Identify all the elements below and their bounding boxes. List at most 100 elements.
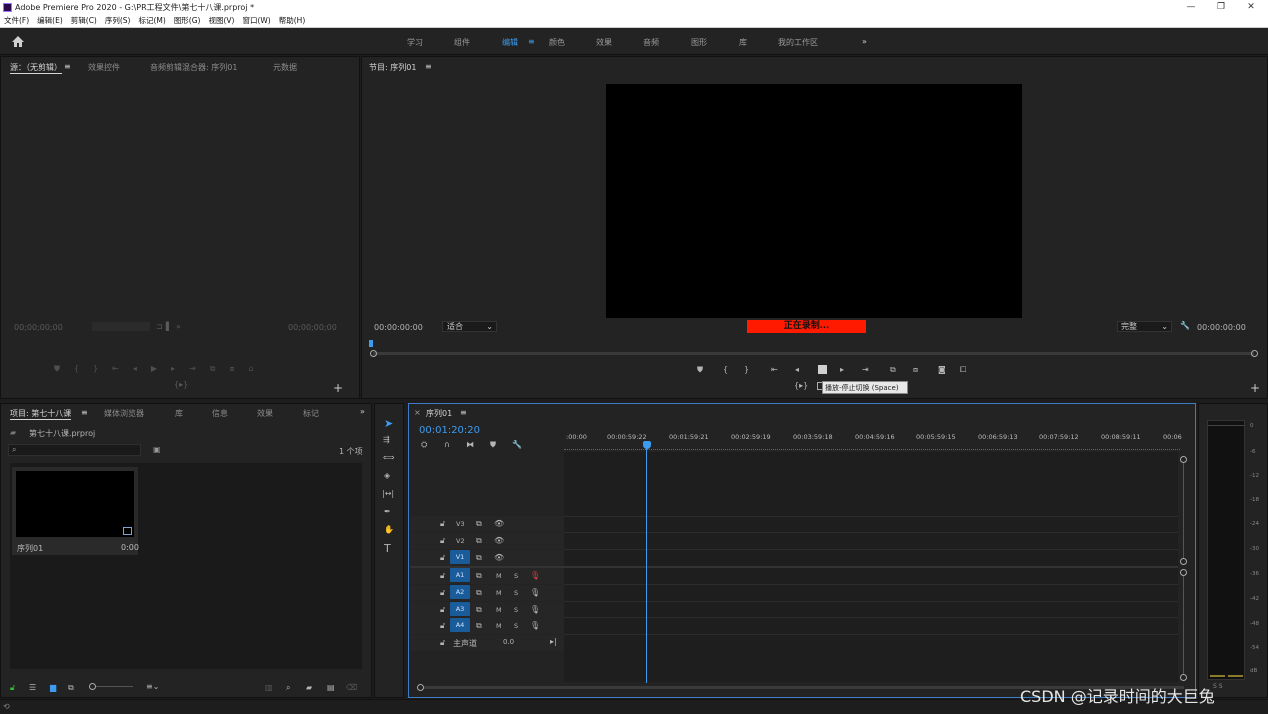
solo-button[interactable]: S bbox=[514, 622, 518, 630]
timeline-timecode[interactable]: 00:01:20:20 bbox=[419, 425, 480, 436]
quality-dropdown[interactable]: 完整 ⌄ bbox=[1117, 321, 1172, 332]
lock-track-icon[interactable]: 🔓︎ bbox=[440, 605, 445, 615]
workspace-learning[interactable]: 学习 bbox=[407, 37, 423, 48]
workspace-editing[interactable]: 编辑 bbox=[502, 37, 518, 48]
track-label[interactable]: A1 bbox=[450, 568, 470, 582]
track-label[interactable]: A4 bbox=[450, 618, 470, 632]
go-to-in-icon[interactable]: ⇤ bbox=[771, 365, 778, 374]
mark-in-icon[interactable]: { bbox=[723, 365, 728, 374]
sequence-clip-card[interactable]: 序列01 0:00 bbox=[12, 467, 139, 555]
tab-info[interactable]: 信息 bbox=[212, 408, 228, 419]
menu-help[interactable]: 帮助(H) bbox=[275, 15, 310, 26]
workspace-libraries[interactable]: 库 bbox=[739, 37, 747, 48]
source-timecode-left[interactable]: 00;00;00;00 bbox=[14, 323, 63, 332]
workspace-graphics[interactable]: 图形 bbox=[691, 37, 707, 48]
tab-audio-clip-mixer[interactable]: 音频剪辑混合器: 序列01 bbox=[150, 62, 237, 73]
program-title[interactable]: 节目: 序列01 bbox=[369, 62, 416, 73]
project-menu-icon[interactable]: ≡ bbox=[81, 408, 88, 417]
home-icon[interactable] bbox=[12, 36, 24, 47]
lock-track-icon[interactable]: 🔓︎ bbox=[440, 571, 445, 581]
mute-button[interactable]: M bbox=[496, 622, 502, 630]
zoom-slider[interactable] bbox=[96, 686, 133, 687]
workspace-color[interactable]: 颜色 bbox=[549, 37, 565, 48]
minimize-button[interactable]: — bbox=[1180, 0, 1202, 14]
sync-lock-icon[interactable]: ⧉ bbox=[476, 621, 482, 631]
playhead-handle[interactable] bbox=[643, 441, 651, 449]
workspace-assembly[interactable]: 组件 bbox=[454, 37, 470, 48]
slip-tool-icon[interactable]: |↔| bbox=[382, 489, 394, 498]
program-menu-icon[interactable]: ≡ bbox=[425, 62, 432, 71]
zoom-handle-right[interactable] bbox=[1251, 350, 1258, 357]
source-insert-icon[interactable]: {▸} bbox=[174, 380, 188, 389]
source-zoom-dropdown[interactable] bbox=[92, 322, 150, 331]
menu-clip[interactable]: 剪辑(C) bbox=[67, 15, 101, 26]
icon-view-icon[interactable]: ▆ bbox=[50, 683, 56, 692]
more-tabs-icon[interactable]: » bbox=[360, 407, 365, 416]
selection-tool-icon[interactable]: ➤ bbox=[384, 417, 393, 430]
workspace-menu-icon[interactable]: ≡ bbox=[528, 37, 535, 46]
pen-tool-icon[interactable]: ✒ bbox=[384, 507, 391, 516]
project-search-input[interactable]: ⌕ bbox=[8, 444, 141, 456]
microphone-icon[interactable]: 🎙︎ bbox=[530, 571, 540, 580]
menu-graphics[interactable]: 图形(G) bbox=[170, 15, 205, 26]
eye-icon[interactable]: 👁︎ bbox=[494, 536, 504, 545]
mute-button[interactable]: M bbox=[496, 572, 502, 580]
source-transport-controls[interactable]: ⛊{}⇤◂▶▸⇥⧉⧈⌂ bbox=[54, 364, 314, 376]
menu-view[interactable]: 视图(V) bbox=[204, 15, 238, 26]
add-marker-icon[interactable]: ⛊ bbox=[697, 365, 703, 375]
timeline-settings-icon[interactable]: 🔧 bbox=[512, 440, 522, 449]
program-zoom-bar[interactable] bbox=[373, 352, 1254, 355]
go-to-out-icon[interactable]: ⇥ bbox=[862, 365, 869, 374]
video-vertical-scrollbar[interactable] bbox=[1183, 463, 1184, 559]
sequence-menu-icon[interactable]: ≡ bbox=[460, 408, 467, 417]
stop-button[interactable] bbox=[818, 365, 827, 374]
tab-metadata[interactable]: 元数据 bbox=[273, 62, 297, 73]
tab-effects[interactable]: 效果 bbox=[257, 408, 273, 419]
extract-icon[interactable]: ⧈ bbox=[913, 365, 918, 375]
sequence-tab[interactable]: 序列01 bbox=[426, 408, 452, 419]
sync-lock-icon[interactable]: ⧉ bbox=[476, 588, 482, 598]
solo-button[interactable]: S bbox=[514, 606, 518, 614]
zoom-handle-left[interactable] bbox=[370, 350, 377, 357]
workspace-effects[interactable]: 效果 bbox=[596, 37, 612, 48]
lift-icon[interactable]: ⧉ bbox=[890, 365, 896, 375]
track-select-tool-icon[interactable]: ⇶ bbox=[383, 435, 390, 444]
mute-button[interactable]: M bbox=[496, 606, 502, 614]
eye-icon[interactable]: 👁︎ bbox=[494, 519, 504, 528]
sync-lock-icon[interactable]: ⧉ bbox=[476, 536, 482, 546]
tab-source[interactable]: 源：（无剪辑） bbox=[10, 62, 62, 74]
tab-menu-icon[interactable]: ≡ bbox=[64, 62, 71, 71]
workspace-audio[interactable]: 音频 bbox=[643, 37, 659, 48]
nest-icon[interactable]: ⛭ bbox=[421, 440, 427, 450]
automate-icon[interactable]: ▥ bbox=[265, 683, 273, 692]
v-scroll-handle[interactable] bbox=[1180, 456, 1187, 463]
type-tool-icon[interactable]: T bbox=[384, 542, 391, 555]
a-scroll-handle[interactable] bbox=[1180, 674, 1187, 681]
hand-tool-icon[interactable]: ✋ bbox=[384, 525, 394, 534]
menu-edit[interactable]: 编辑(E) bbox=[33, 15, 67, 26]
find-icon[interactable]: ⌕ bbox=[286, 683, 290, 693]
mute-button[interactable]: M bbox=[496, 589, 502, 597]
tab-libraries[interactable]: 库 bbox=[175, 408, 183, 419]
linked-selection-icon[interactable]: ⧓ bbox=[466, 440, 474, 449]
microphone-icon[interactable]: 🎙︎ bbox=[530, 621, 540, 630]
lock-track-icon[interactable]: 🔓︎ bbox=[440, 519, 445, 529]
new-bin-from-search-icon[interactable]: ▣ bbox=[153, 445, 161, 454]
track-label[interactable]: V3 bbox=[456, 520, 465, 528]
sync-lock-icon[interactable]: ⧉ bbox=[476, 519, 482, 529]
insert-icon[interactable]: {▸} bbox=[794, 381, 808, 390]
list-view-icon[interactable]: ☰ bbox=[29, 683, 36, 692]
restore-button[interactable]: ❐ bbox=[1210, 0, 1232, 14]
go-to-end-icon[interactable]: ▸| bbox=[550, 637, 557, 646]
comparison-view-icon[interactable]: ⧠ bbox=[960, 365, 966, 375]
tab-effect-controls[interactable]: 效果控件 bbox=[88, 62, 120, 73]
sort-icon[interactable]: ≡⌄ bbox=[146, 682, 159, 691]
lock-track-icon[interactable]: 🔓︎ bbox=[440, 621, 445, 631]
microphone-icon[interactable]: 🎙︎ bbox=[530, 605, 540, 614]
menu-sequence[interactable]: 序列(S) bbox=[101, 15, 135, 26]
program-add-button-icon[interactable]: + bbox=[1250, 381, 1260, 395]
menu-file[interactable]: 文件(F) bbox=[0, 15, 33, 26]
export-frame-icon[interactable]: ◙ bbox=[938, 365, 946, 374]
master-volume[interactable]: 0.0 bbox=[503, 638, 514, 646]
solo-button[interactable]: S bbox=[514, 589, 518, 597]
